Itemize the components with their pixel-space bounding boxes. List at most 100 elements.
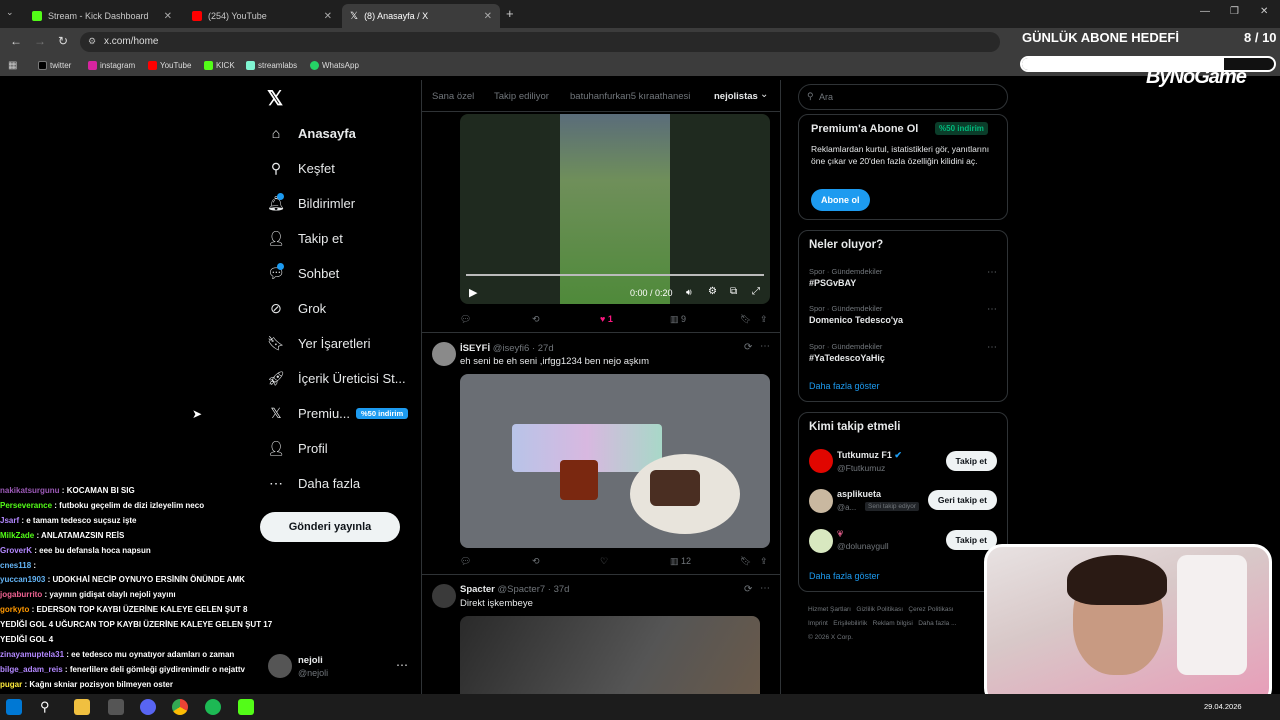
retweet-icon[interactable]: ⟲ [532, 314, 540, 325]
kick-icon[interactable] [238, 699, 254, 715]
app-icon[interactable] [108, 699, 124, 715]
site-info-icon[interactable]: ⚙ [88, 36, 96, 47]
follow-button[interactable]: Takip et [945, 530, 997, 550]
like-icon[interactable]: ♡ [600, 556, 608, 567]
reload-icon[interactable]: ↻ [58, 34, 68, 48]
chat-username[interactable]: bilge_adam_reis [0, 665, 63, 674]
show-more-link[interactable]: Daha fazla göster [809, 571, 880, 581]
tweet-avatar[interactable] [432, 584, 456, 608]
tweet-author[interactable]: Spacter @Spacter7 · 37d [460, 584, 569, 595]
pip-icon[interactable]: ⧉ [730, 286, 737, 297]
tab-list-kiraathanesi[interactable]: batuhanfurkan5 kıraathanesi [570, 91, 690, 102]
trend-item[interactable]: #YaTedescoYaHiç [809, 353, 885, 363]
chat-username[interactable]: pugar [0, 680, 22, 689]
nav-premium[interactable]: 𝕏 Premiu... %50 indirim [268, 405, 409, 421]
grok-icon[interactable]: ⟳ [744, 584, 752, 595]
close-window-icon[interactable]: ✕ [1260, 6, 1268, 17]
x-home-logo-icon[interactable]: 𝕏 [267, 86, 283, 111]
url-field[interactable]: ⚙ x.com/home [80, 32, 1000, 52]
tweet-avatar[interactable] [432, 342, 456, 366]
account-menu-icon[interactable]: ⋯ [396, 658, 408, 672]
retweet-icon[interactable]: ⟲ [532, 556, 540, 567]
discord-icon[interactable] [140, 699, 156, 715]
bookmark-streamlabs[interactable]: streamlabs [246, 61, 297, 70]
nav-follow[interactable]: 👤︎ Takip et [267, 230, 343, 246]
fullscreen-icon[interactable]: ⤢ [752, 286, 760, 297]
chat-username[interactable]: MilkZade [0, 531, 34, 540]
volume-icon[interactable]: 🔊︎ [686, 287, 692, 298]
subscribe-button[interactable]: Abone ol [811, 189, 870, 211]
tab-list-chevron-icon[interactable]: ⌄ [6, 7, 14, 18]
show-more-link[interactable]: Daha fazla göster [809, 381, 880, 391]
more-icon[interactable]: ⋯ [987, 342, 997, 353]
tab-youtube[interactable]: (254) YouTube ✕ [184, 4, 340, 28]
nav-grok[interactable]: ⊘ Grok [268, 300, 326, 316]
reply-icon[interactable]: 💬︎ [460, 556, 471, 567]
tab-following[interactable]: Takip ediliyor [494, 91, 549, 102]
chat-username[interactable]: Perseverance [0, 501, 52, 510]
suggest-name[interactable]: Tutkumuz F1 ✔ [837, 450, 902, 461]
chevron-down-icon[interactable]: ⌄ [760, 89, 768, 100]
bookmark-icon[interactable]: 🔖︎ [740, 314, 751, 325]
nav-creator-studio[interactable]: 🚀︎ İçerik Üreticisi St... [267, 370, 406, 386]
bookmark-instagram[interactable]: instagram [88, 61, 135, 70]
file-explorer-icon[interactable] [74, 699, 90, 715]
play-icon[interactable]: ▶ [469, 286, 477, 299]
chat-username[interactable]: GroverK [0, 546, 32, 555]
back-icon[interactable]: ← [10, 34, 22, 48]
chrome-icon[interactable] [172, 699, 188, 715]
close-icon[interactable]: ✕ [484, 11, 492, 22]
chat-username[interactable]: jogaburrito [0, 590, 42, 599]
windows-start-icon[interactable] [6, 699, 22, 715]
share-icon[interactable]: ⇪ [760, 556, 768, 567]
views-icon[interactable]: ▥ 9 [670, 314, 686, 325]
minimize-icon[interactable]: — [1200, 6, 1210, 17]
suggest-name[interactable]: asplikueta [837, 489, 881, 499]
follow-back-button[interactable]: Geri takip et [927, 490, 997, 510]
more-icon[interactable]: ⋯ [760, 341, 770, 352]
more-icon[interactable]: ⋯ [987, 304, 997, 315]
nav-more[interactable]: ⋯ Daha fazla [268, 475, 360, 491]
nav-profile[interactable]: 👤︎ Profil [267, 440, 328, 456]
suggest-avatar[interactable] [809, 489, 833, 513]
views-icon[interactable]: ▥ 12 [670, 556, 691, 567]
tab-x[interactable]: 𝕏 (8) Anasayfa / X ✕ [342, 4, 500, 28]
tweet-image[interactable] [460, 616, 760, 694]
new-tab-icon[interactable]: + [506, 6, 514, 21]
close-icon[interactable]: ✕ [324, 11, 332, 22]
bookmark-youtube[interactable]: YouTube [148, 61, 191, 70]
chat-username[interactable]: yuccan1903 [0, 575, 45, 584]
tweet-image[interactable] [460, 374, 770, 548]
chat-username[interactable]: cnes118 [0, 561, 31, 570]
nav-bookmarks[interactable]: 🔖︎ Yer İşaretleri [267, 335, 370, 351]
suggest-avatar[interactable] [809, 449, 833, 473]
tweet-author[interactable]: İSEYFİ @iseyfi6 · 27d [460, 343, 554, 354]
tab-nejolistas[interactable]: nejolistas [714, 91, 758, 102]
tab-kick[interactable]: Stream - Kick Dashboard ✕ [24, 4, 180, 28]
trend-item[interactable]: Domenico Tedesco'ya [809, 315, 903, 325]
more-icon[interactable]: ⋯ [760, 583, 770, 594]
bookmark-whatsapp[interactable]: WhatsApp [310, 61, 359, 70]
chat-username[interactable]: Jsarf [0, 516, 19, 525]
more-icon[interactable]: ⋯ [987, 267, 997, 278]
trend-item[interactable]: #PSGvBAY [809, 278, 856, 288]
video-player[interactable]: ▶ 0:00 / 0:20 🔊︎ ⚙ ⧉ ⤢ [460, 114, 770, 304]
video-progress-bar[interactable] [466, 274, 764, 276]
spotify-icon[interactable] [205, 699, 221, 715]
bookmark-twitter[interactable]: twitter [38, 61, 71, 70]
follow-button[interactable]: Takip et [945, 451, 997, 471]
grok-icon[interactable]: ⟳ [744, 342, 752, 353]
chat-username[interactable]: zinayamuptela31 [0, 650, 64, 659]
search-input[interactable]: ⚲ Ara [798, 84, 1008, 110]
bookmark-icon[interactable]: 🔖︎ [740, 556, 751, 567]
reply-icon[interactable]: 💬︎ [460, 314, 471, 325]
suggest-avatar[interactable] [809, 529, 833, 553]
restore-icon[interactable]: ❐ [1230, 6, 1239, 17]
bookmark-kick[interactable]: KICK [204, 61, 235, 70]
chat-username[interactable]: gorkyto [0, 605, 29, 614]
share-icon[interactable]: ⇪ [760, 314, 768, 325]
like-icon[interactable]: ♥ 1 [600, 314, 613, 324]
chat-username[interactable]: nakikatsurgunu [0, 486, 60, 495]
post-button[interactable]: Gönderi yayınla [260, 512, 400, 542]
apps-grid-icon[interactable]: ▦ [8, 60, 17, 71]
